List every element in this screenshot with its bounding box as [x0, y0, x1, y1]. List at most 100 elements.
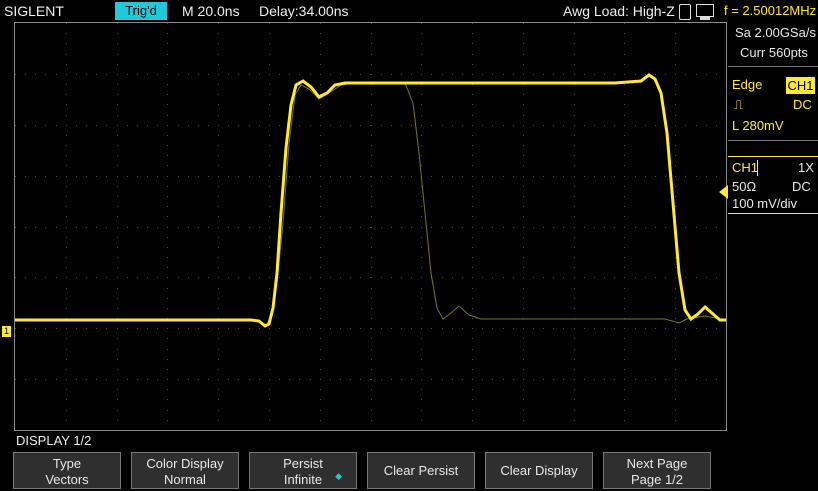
grid-dot: [574, 267, 575, 268]
grid-dot: [472, 237, 473, 238]
grid-dot: [675, 277, 676, 278]
grid-dot: [310, 277, 311, 278]
grid-dot: [675, 359, 676, 360]
grid-dot: [117, 379, 118, 380]
grid-dot: [167, 64, 168, 65]
grid-dot: [675, 155, 676, 156]
grid-dot: [574, 237, 575, 238]
grid-dot: [218, 155, 219, 156]
grid-dot: [604, 277, 605, 278]
grid-dot: [533, 379, 534, 380]
grid-dot: [350, 328, 351, 329]
grid-dot: [66, 420, 67, 421]
grid-dot: [320, 338, 321, 339]
grid-dot: [665, 176, 666, 177]
grid-dot: [503, 277, 504, 278]
grid-dot: [472, 379, 473, 380]
grid-dot: [167, 125, 168, 126]
grid-dot: [147, 277, 148, 278]
ch1-info-panel[interactable]: CH1 1X 50Ω DC 100 mV/div: [728, 156, 818, 214]
grid-dot: [371, 308, 372, 309]
grid-dot: [523, 277, 524, 278]
grid-dot: [401, 74, 402, 75]
grid-dot: [563, 125, 564, 126]
grid-dot: [624, 206, 625, 207]
grid-dot: [492, 227, 493, 228]
grid-dot: [218, 277, 219, 278]
grid-dot: [228, 379, 229, 380]
grid-dot: [96, 125, 97, 126]
grid-dot: [706, 74, 707, 75]
grid-dot: [381, 74, 382, 75]
grid-dot: [431, 176, 432, 177]
softkey-value: Normal: [164, 472, 206, 487]
grid-dot: [370, 227, 371, 228]
waveform-display[interactable]: [14, 22, 727, 431]
grid-dot: [66, 349, 67, 350]
grid-dot: [218, 196, 219, 197]
softkey-persist[interactable]: Persist Infinite ◆: [249, 452, 357, 489]
grid-dot: [472, 410, 473, 411]
grid-dot: [167, 155, 168, 156]
softkey-type[interactable]: Type Vectors: [13, 452, 121, 489]
grid-dot: [66, 298, 67, 299]
grid-dot: [320, 155, 321, 156]
softkey-value: Page 1/2: [630, 472, 684, 487]
grid-dot: [604, 125, 605, 126]
grid-dot: [218, 267, 219, 268]
grid-dot: [350, 125, 351, 126]
grid-dot: [513, 328, 514, 329]
grid-dot: [320, 216, 321, 217]
grid-dot: [645, 125, 646, 126]
grid-dot: [66, 389, 67, 390]
grid-dot: [320, 145, 321, 146]
grid-dot: [523, 288, 524, 289]
grid-dot: [391, 125, 392, 126]
grid-dot: [574, 115, 575, 116]
grid-dot: [208, 74, 209, 75]
softkey-value: Vectors: [45, 472, 89, 487]
grid-dot: [675, 115, 676, 116]
grid-dot: [66, 308, 67, 309]
grid-dot: [492, 74, 493, 75]
grid-dot: [350, 227, 351, 228]
grid-dot: [624, 84, 625, 85]
grid-dot: [523, 33, 524, 34]
grid-dot: [167, 176, 168, 177]
grid-dot: [117, 23, 118, 24]
softkey-clear-display[interactable]: Clear Display: [485, 452, 593, 489]
grid-dot: [117, 186, 118, 187]
grid-dot: [117, 410, 118, 411]
grid-dot: [178, 379, 179, 380]
grid-dot: [238, 74, 239, 75]
softkey-next-page[interactable]: Next Page Page 1/2: [603, 452, 711, 489]
grid-dot: [543, 125, 544, 126]
grid-dot: [492, 176, 493, 177]
trigger-level-marker-icon[interactable]: [719, 185, 728, 199]
grid-dot: [696, 74, 697, 75]
grid-dot: [86, 125, 87, 126]
grid-dot: [117, 135, 118, 136]
grid-dot: [289, 74, 290, 75]
grid-dot: [320, 257, 321, 258]
grid-dot: [452, 379, 453, 380]
grid-dot: [442, 176, 443, 177]
grid-dot: [269, 257, 270, 258]
softkey-color-display[interactable]: Color Display Normal: [131, 452, 239, 489]
grid-dot: [462, 74, 463, 75]
grid-dot: [218, 237, 219, 238]
grid-dot: [320, 410, 321, 411]
ch1-ground-marker[interactable]: 1: [2, 326, 11, 337]
grid-dot: [675, 369, 676, 370]
grid-dot: [350, 176, 351, 177]
grid-dot: [706, 227, 707, 228]
grid-dot: [167, 247, 168, 248]
softkey-clear-persist[interactable]: Clear Persist: [367, 452, 475, 489]
grid-dot: [421, 247, 422, 248]
grid-dot: [574, 165, 575, 166]
grid-dot: [320, 135, 321, 136]
grid-dot: [675, 64, 676, 65]
grid-dot: [452, 176, 453, 177]
grid-dot: [645, 74, 646, 75]
grid-dot: [614, 125, 615, 126]
